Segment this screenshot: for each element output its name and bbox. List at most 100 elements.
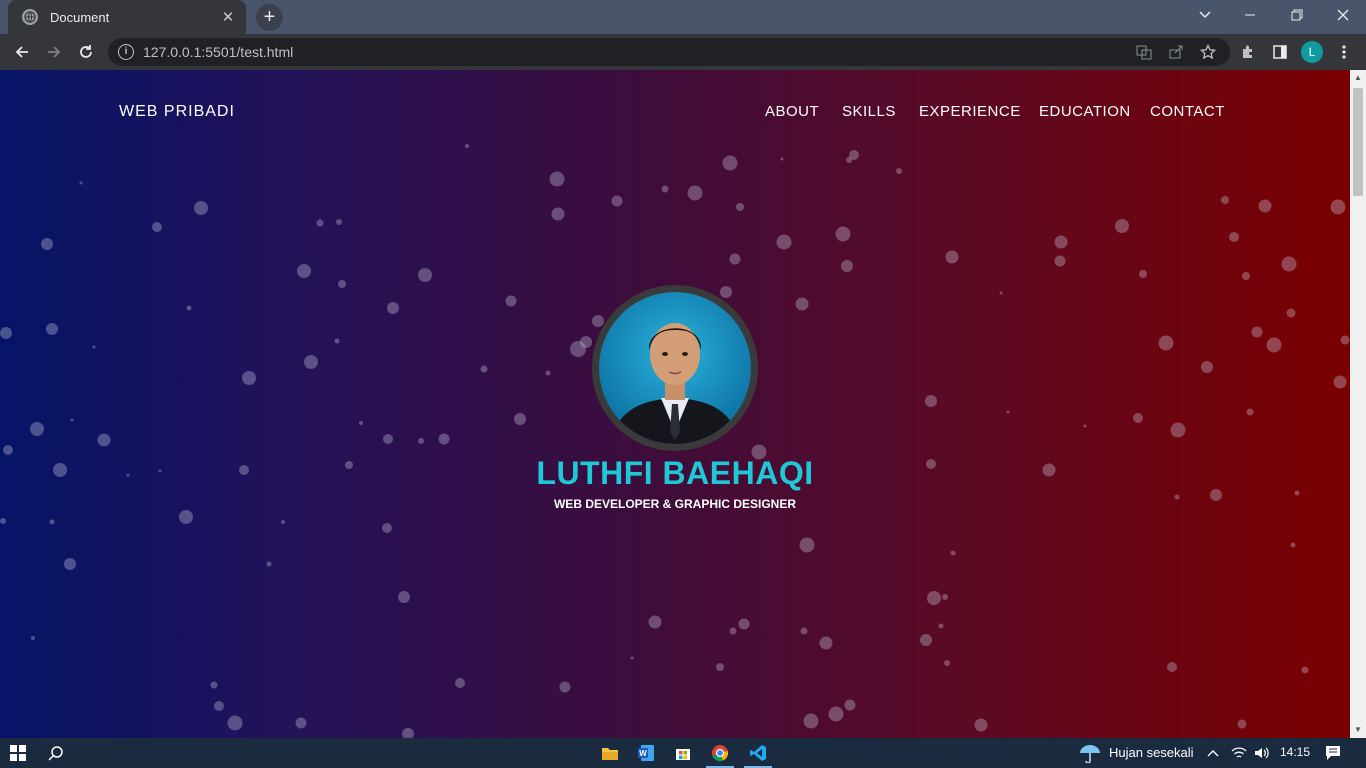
particle-dot <box>1054 235 1068 249</box>
page-viewport: WEB PRIBADI ABOUT SKILLS EXPERIENCE EDUC… <box>0 70 1350 738</box>
translate-icon[interactable] <box>1134 42 1154 62</box>
particle-dot <box>1083 424 1087 428</box>
notifications-icon[interactable] <box>1318 738 1348 768</box>
search-icon[interactable] <box>38 738 74 768</box>
particle-dot <box>1246 408 1254 416</box>
particle-dot <box>799 537 815 553</box>
windows-start-icon[interactable] <box>0 738 36 768</box>
chevron-up-icon[interactable] <box>1198 738 1228 768</box>
site-brand[interactable]: WEB PRIBADI <box>119 103 235 121</box>
particle-dot <box>480 365 488 373</box>
restore-icon[interactable] <box>1274 0 1320 30</box>
word-icon[interactable]: W <box>628 738 664 768</box>
particle-dot <box>942 594 948 600</box>
particle-dot <box>334 338 340 344</box>
reload-icon[interactable] <box>74 40 98 64</box>
particle-dot <box>1237 719 1247 729</box>
particle-dot <box>551 207 565 221</box>
profile-avatar[interactable]: L <box>1301 41 1323 63</box>
site-info-icon[interactable]: i <box>118 44 134 60</box>
particle-dot <box>1006 410 1010 414</box>
particle-dot <box>1201 361 1213 373</box>
nav-about[interactable]: ABOUT <box>765 103 819 120</box>
clock-time[interactable]: 14:15 <box>1280 745 1310 759</box>
particle-dot <box>611 195 623 207</box>
particle-dot <box>242 371 256 385</box>
nav-skills[interactable]: SKILLS <box>842 103 896 120</box>
scrollbar-thumb[interactable] <box>1353 88 1363 196</box>
globe-icon <box>22 9 38 25</box>
particle-dot <box>545 370 551 376</box>
extensions-icon[interactable] <box>1238 42 1258 62</box>
scroll-down-icon[interactable]: ▼ <box>1350 722 1366 738</box>
particle-dot <box>3 445 13 455</box>
particle-dot <box>1229 232 1239 242</box>
browser-toolbar: i 127.0.0.1:5501/test.html L <box>0 34 1366 70</box>
weather-text[interactable]: Hujan sesekali <box>1109 745 1194 760</box>
browser-tab[interactable]: Document ✕ <box>8 0 246 34</box>
hero-name: LUTHFI BAEHAQI <box>536 455 814 491</box>
particle-dot <box>1054 255 1066 267</box>
particle-dot <box>70 418 74 422</box>
tab-title: Document <box>50 9 110 25</box>
particle-dot <box>720 286 732 298</box>
particle-dot <box>214 701 224 711</box>
side-panel-icon[interactable] <box>1270 42 1290 62</box>
nav-education[interactable]: EDUCATION <box>1039 103 1131 120</box>
tab-close-icon[interactable]: ✕ <box>220 8 236 26</box>
menu-kebab-icon[interactable] <box>1334 42 1354 62</box>
particle-dot <box>780 157 784 161</box>
particle-dot <box>630 656 634 660</box>
particle-dot <box>648 615 662 629</box>
particle-dot <box>1115 219 1129 233</box>
particle-dot <box>1242 272 1250 280</box>
svg-text:W: W <box>639 749 647 758</box>
forward-icon[interactable] <box>42 40 66 64</box>
browser-tab-bar: Document ✕ + <box>0 0 1366 34</box>
share-icon[interactable] <box>1166 42 1186 62</box>
particle-dot <box>304 355 318 369</box>
vscode-icon[interactable] <box>740 738 776 768</box>
particle-dot <box>722 155 738 171</box>
bookmark-star-icon[interactable] <box>1198 42 1218 62</box>
particle-dot <box>846 157 852 163</box>
weather-umbrella-icon <box>1072 738 1108 768</box>
minimize-icon[interactable] <box>1228 0 1274 30</box>
particle-dot <box>1133 413 1143 423</box>
particle-dot <box>418 438 424 444</box>
particle-dot <box>186 305 192 311</box>
particle-dot <box>938 623 944 629</box>
particle-dot <box>945 250 959 264</box>
particle-dot <box>438 433 450 445</box>
particle-dot <box>227 715 243 731</box>
page-scrollbar[interactable]: ▲ ▼ <box>1350 70 1366 738</box>
chrome-icon[interactable] <box>702 738 738 768</box>
new-tab-button[interactable]: + <box>256 4 283 31</box>
particle-dot <box>297 264 311 278</box>
particle-dot <box>841 260 853 272</box>
hero-subtitle: WEB DEVELOPER & GRAPHIC DESIGNER <box>553 497 797 511</box>
particle-dot <box>0 327 12 339</box>
particle-dot <box>729 627 737 635</box>
particle-dot <box>210 681 218 689</box>
address-bar[interactable]: i 127.0.0.1:5501/test.html <box>108 38 1230 66</box>
windows-taskbar: W Hujan sesekali 14:15 <box>0 738 1366 768</box>
volume-icon[interactable] <box>1248 738 1274 768</box>
nav-contact[interactable]: CONTACT <box>1150 103 1225 120</box>
back-icon[interactable] <box>10 40 34 64</box>
file-explorer-icon[interactable] <box>592 738 628 768</box>
particle-dot <box>729 253 741 265</box>
particle-dot <box>1286 308 1296 318</box>
particle-dot <box>179 510 193 524</box>
particle-dot <box>31 636 35 640</box>
particle-dot <box>266 561 272 567</box>
particle-dot <box>549 171 565 187</box>
close-window-icon[interactable] <box>1320 0 1366 30</box>
tab-search-icon[interactable] <box>1182 0 1228 30</box>
particle-dot <box>687 185 703 201</box>
scroll-up-icon[interactable]: ▲ <box>1350 70 1366 86</box>
store-icon[interactable] <box>665 738 701 768</box>
particle-dot <box>795 297 809 311</box>
nav-experience[interactable]: EXPERIENCE <box>919 103 1021 120</box>
particle-dot <box>716 663 724 671</box>
